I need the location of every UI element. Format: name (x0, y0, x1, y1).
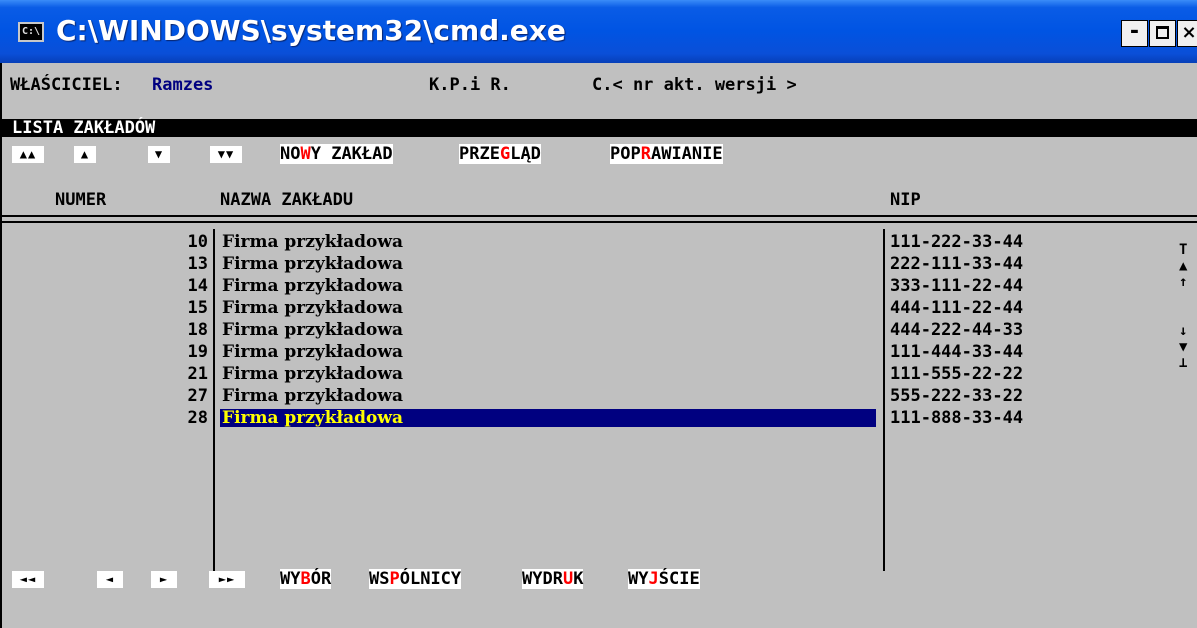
row-nip: 444-222-44-33 (890, 320, 1024, 340)
scroll-top-icon[interactable]: T (1179, 242, 1187, 258)
row-number: 19 (187, 342, 208, 362)
menu-browse-hotkey: G (499, 144, 511, 164)
row-nip: 222-111-33-44 (890, 254, 1024, 274)
cmd-icon: C:\ (18, 22, 44, 42)
scroll-page-down-icon[interactable]: ▼ (1179, 339, 1187, 355)
menu-exit[interactable]: WYJŚCIE (628, 569, 700, 589)
maximize-icon (1156, 26, 1169, 39)
menu-edit-pre: POP (610, 144, 641, 164)
column-divider-left (213, 229, 215, 571)
header-separator-bottom (0, 221, 1197, 223)
console-left-border (0, 63, 2, 628)
next-row-button[interactable]: ▼ (148, 146, 170, 163)
row-nip: 111-444-33-44 (890, 342, 1024, 362)
prev-row-button[interactable]: ▲ (74, 146, 96, 163)
menu-browse-pre: PRZE (459, 144, 500, 164)
row-number: 28 (187, 408, 208, 428)
kpir-label: K.P.i R. (429, 75, 511, 95)
menu-print-post: K (573, 569, 584, 589)
menu-exit-pre: WY (628, 569, 649, 589)
version-label: C.< nr akt. wersji > (592, 75, 797, 95)
row-name: Firma przykładowa (222, 298, 403, 318)
menu-edit-hotkey: R (640, 144, 651, 164)
menu-edit-post: AWIANIE (650, 144, 723, 164)
list-title: LISTA ZAKŁADÓW (12, 118, 156, 138)
row-nip: 111-888-33-44 (890, 408, 1024, 428)
menu-print-hotkey: U (562, 569, 574, 589)
first-button[interactable]: ◄◄ (12, 571, 44, 588)
column-header-nip: NIP (890, 190, 921, 210)
menu-partners-hotkey: P (389, 569, 400, 589)
row-name: Firma przykładowa (222, 254, 403, 274)
menu-partners-post: ÓLNICY (399, 569, 462, 589)
owner-value: Ramzes (152, 75, 214, 95)
menu-browse[interactable]: PRZEGLĄD (459, 144, 541, 164)
row-number: 13 (187, 254, 208, 274)
window-title: C:\WINDOWS\system32\cmd.exe (56, 14, 566, 47)
row-nip: 111-222-33-44 (890, 232, 1024, 252)
menu-exit-hotkey: J (648, 569, 659, 589)
menu-browse-post: LĄD (510, 144, 541, 164)
menu-select-post: ÓR (310, 569, 332, 589)
row-nip: 111-555-22-22 (890, 364, 1024, 384)
console-area: WŁAŚCICIEL: Ramzes K.P.i R. C.< nr akt. … (0, 63, 1197, 628)
menu-exit-post: ŚCIE (658, 569, 700, 589)
menu-new-plant-post: Y ZAKŁAD (310, 144, 393, 164)
scroll-up-icon[interactable]: ↑ (1179, 274, 1187, 290)
maximize-button[interactable] (1149, 20, 1176, 47)
menu-partners-pre: WS (369, 569, 390, 589)
minimize-button[interactable]: - (1121, 20, 1148, 47)
menu-new-plant[interactable]: NOWY ZAKŁAD (280, 144, 393, 164)
row-name: Firma przykładowa (222, 232, 403, 252)
scroll-down-icon[interactable]: ↓ (1179, 323, 1187, 339)
row-name: Firma przykładowa (220, 409, 876, 427)
scroll-bottom-icon[interactable]: ⊥ (1179, 355, 1187, 371)
menu-new-plant-hotkey: W (300, 144, 311, 164)
menu-partners[interactable]: WSPÓLNICY (369, 569, 462, 589)
row-number: 10 (187, 232, 208, 252)
row-name: Firma przykładowa (222, 386, 403, 406)
owner-label: WŁAŚCICIEL: (10, 75, 123, 95)
scroll-page-up-icon[interactable]: ▲ (1179, 258, 1187, 274)
row-nip: 333-111-22-44 (890, 276, 1024, 296)
list-title-bar (0, 119, 1197, 137)
row-nip: 555-222-33-22 (890, 386, 1024, 406)
row-name: Firma przykładowa (222, 320, 403, 340)
last-button[interactable]: ►► (209, 571, 245, 588)
column-header-name: NAZWA ZAKŁADU (220, 190, 354, 210)
left-button[interactable]: ◄ (97, 571, 123, 588)
row-number: 18 (187, 320, 208, 340)
row-number: 27 (187, 386, 208, 406)
row-number: 21 (187, 364, 208, 384)
column-header-number: NUMER (55, 190, 107, 210)
menu-select[interactable]: WYBÓR (280, 569, 332, 589)
menu-new-plant-pre: NO (280, 144, 301, 164)
right-button[interactable]: ► (151, 571, 177, 588)
menu-print-pre: WYDR (522, 569, 563, 589)
last-page-button[interactable]: ▼▼ (210, 146, 242, 163)
window-titlebar[interactable]: C:\ C:\WINDOWS\system32\cmd.exe - × (0, 0, 1197, 63)
menu-select-hotkey: B (300, 569, 311, 589)
row-number: 14 (187, 276, 208, 296)
row-nip: 444-111-22-44 (890, 298, 1024, 318)
row-name: Firma przykładowa (222, 364, 403, 384)
row-number: 15 (187, 298, 208, 318)
close-button[interactable]: × (1177, 20, 1197, 47)
menu-edit[interactable]: POPRAWIANIE (610, 144, 723, 164)
row-name: Firma przykładowa (222, 342, 403, 362)
menu-print[interactable]: WYDRUK (522, 569, 584, 589)
menu-select-pre: WY (280, 569, 301, 589)
header-separator-top (0, 215, 1197, 217)
column-divider-right (883, 229, 885, 571)
row-name: Firma przykładowa (222, 276, 403, 296)
first-page-button[interactable]: ▲▲ (12, 146, 44, 163)
